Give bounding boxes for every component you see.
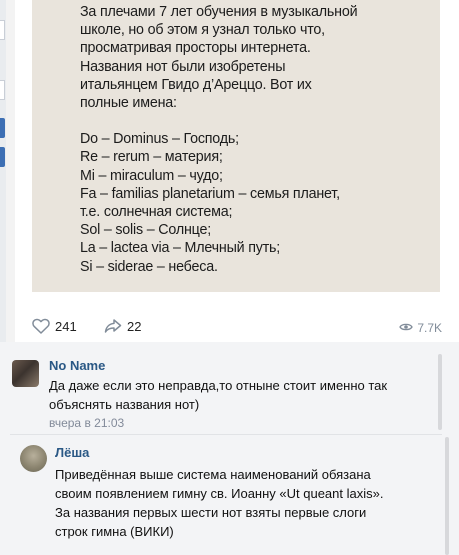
post-actions: 241 22 7.7K <box>32 318 444 338</box>
left-input-edge[interactable] <box>0 20 5 40</box>
comment-text: Да даже если это неправда,то отныне стои… <box>49 376 387 414</box>
comment-author[interactable]: Лёша <box>55 445 89 460</box>
like-count: 241 <box>55 318 77 334</box>
heart-icon <box>32 318 50 334</box>
comments-section: No Name Да даже если это неправда,то отн… <box>0 342 459 555</box>
avatar[interactable] <box>20 445 47 472</box>
note-line: La – lactea via – Млечный путь; <box>80 240 281 257</box>
avatar[interactable] <box>12 360 39 387</box>
comment-line: Приведённая выше система наименований об… <box>55 467 371 482</box>
post-card: За плечами 7 лет обучения в музыкальной … <box>15 0 459 342</box>
image-text: За плечами 7 лет обучения в музыкальной … <box>80 3 430 276</box>
note-line: Re – rerum – материя; <box>80 149 223 166</box>
comment-line: объяснять названия нот) <box>49 397 200 412</box>
intro-line: полные имена: <box>80 95 177 112</box>
post-image[interactable]: За плечами 7 лет обучения в музыкальной … <box>32 0 440 292</box>
comment-line: строк гимна (ВИКИ) <box>55 524 174 539</box>
comment: Лёша Приведённая выше система наименован… <box>0 435 459 555</box>
comment-time[interactable]: вчера в 21:03 <box>49 416 124 430</box>
share-count: 22 <box>127 318 142 334</box>
note-line: Sol – solis – Солнце; <box>80 222 212 239</box>
comment-line: Да даже если это неправда,то отныне стои… <box>49 378 388 393</box>
note-line: Mi – miraculum – чудо; <box>80 167 223 184</box>
views-counter: 7.7K <box>399 321 442 335</box>
scrollbar[interactable] <box>445 437 449 555</box>
views-count: 7.7K <box>417 321 442 335</box>
share-button[interactable]: 22 <box>104 318 141 334</box>
intro-line: За плечами 7 лет обучения в музыкальной <box>80 4 358 20</box>
intro-line: итальянцем Гвидо д’Ареццо. Вот их <box>80 76 312 93</box>
comment: No Name Да даже если это неправда,то отн… <box>0 342 459 434</box>
intro-line: школе, но об этом я узнал только что, <box>80 22 325 39</box>
intro-line: Названия нот были изобретены <box>80 58 286 75</box>
comment-line: За названия первых шести нот взяты первы… <box>55 505 367 520</box>
scrollbar[interactable] <box>438 354 442 430</box>
note-line: Si – siderae – небеса. <box>80 258 218 275</box>
note-line: Fa – familias planetarium – семья планет… <box>80 185 340 202</box>
note-line: Do – Dominus – Господь; <box>80 131 239 148</box>
note-line: т.е. солнечная система; <box>80 204 233 221</box>
left-button-edge[interactable] <box>0 118 5 138</box>
comment-line: своим появлением гимну св. Иоанну «Ut qu… <box>55 486 384 501</box>
intro-line: просматривая просторы интернета. <box>80 40 311 57</box>
comment-text: Приведённая выше система наименований об… <box>55 465 383 541</box>
left-input-edge-2[interactable] <box>0 80 5 100</box>
left-button-edge-2[interactable] <box>0 147 5 167</box>
eye-icon <box>399 321 414 335</box>
comment-author[interactable]: No Name <box>49 358 105 373</box>
share-icon <box>104 318 122 334</box>
like-button[interactable]: 241 <box>32 318 77 334</box>
